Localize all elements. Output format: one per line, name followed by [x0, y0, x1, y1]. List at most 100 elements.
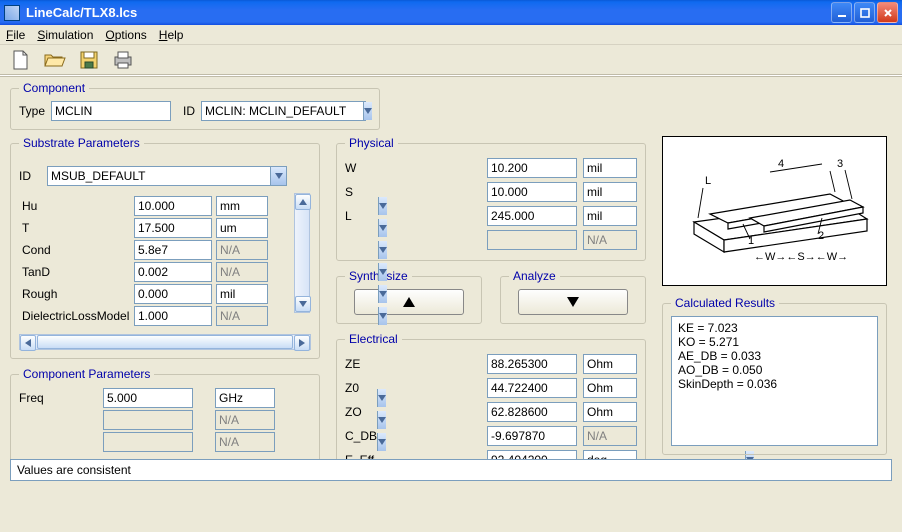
param-value-input — [103, 432, 193, 452]
component-id-combo[interactable] — [201, 101, 366, 121]
unit-combo[interactable] — [216, 196, 268, 216]
close-button[interactable] — [877, 2, 898, 23]
unit-combo[interactable] — [583, 206, 637, 226]
menu-help[interactable]: Help — [159, 28, 184, 42]
component-id-label: ID — [183, 104, 195, 118]
unit-combo[interactable] — [583, 182, 637, 202]
substrate-row: Cond — [22, 239, 290, 261]
maximize-button[interactable] — [854, 2, 875, 23]
results-legend: Calculated Results — [671, 296, 779, 310]
scroll-left-icon[interactable] — [20, 335, 36, 351]
param-value-input[interactable] — [487, 354, 577, 374]
substrate-row: T — [22, 217, 290, 239]
param-value-input[interactable] — [134, 240, 212, 260]
unit-combo[interactable] — [583, 378, 637, 398]
results-group: Calculated Results KE = 7.023KO = 5.271A… — [662, 296, 887, 455]
coupled-lines-diagram: L 4 3 1 2 ←W→←S→←W→ — [662, 136, 887, 286]
param-value-input[interactable] — [134, 306, 212, 326]
param-label: C_DB — [345, 429, 393, 443]
unit-combo[interactable] — [583, 158, 637, 178]
analyze-legend: Analyze — [509, 269, 560, 283]
param-value-input[interactable] — [134, 262, 212, 282]
result-line: AO_DB = 0.050 — [678, 363, 871, 377]
substrate-row: Rough — [22, 283, 290, 305]
new-file-icon[interactable] — [10, 49, 32, 71]
chevron-down-icon[interactable] — [378, 197, 387, 215]
component-id-value — [202, 102, 363, 120]
param-value-input[interactable] — [487, 158, 577, 178]
physical-row: L — [345, 204, 637, 228]
param-value-input[interactable] — [487, 378, 577, 398]
save-file-icon[interactable] — [78, 49, 100, 71]
analyze-button[interactable] — [518, 289, 628, 315]
component-params-group: Component Parameters Freq — [10, 367, 320, 462]
result-line: SkinDepth = 0.036 — [678, 377, 871, 391]
result-line: KE = 7.023 — [678, 321, 871, 335]
menu-options[interactable]: Options — [105, 28, 146, 42]
unit-combo[interactable] — [216, 218, 268, 238]
result-line: AE_DB = 0.033 — [678, 349, 871, 363]
print-icon[interactable] — [112, 49, 134, 71]
param-label: Rough — [22, 287, 130, 301]
menu-simulation[interactable]: Simulation — [37, 28, 93, 42]
substrate-id-value — [48, 167, 270, 185]
substrate-row: TanD — [22, 261, 290, 283]
window-buttons — [831, 2, 898, 23]
result-line: KO = 5.271 — [678, 335, 871, 349]
param-value-input[interactable] — [103, 388, 193, 408]
electrical-legend: Electrical — [345, 332, 402, 346]
chevron-down-icon[interactable] — [378, 219, 387, 237]
electrical-row: C_DB — [345, 424, 637, 448]
param-label: ZE — [345, 357, 393, 371]
diagram-label-4: 4 — [778, 158, 784, 170]
chevron-down-icon[interactable] — [378, 285, 387, 303]
window-title: LineCalc/TLX8.lcs — [26, 5, 831, 20]
scroll-down-icon[interactable] — [295, 296, 311, 312]
physical-row — [345, 228, 637, 252]
param-value-input[interactable] — [134, 196, 212, 216]
horizontal-scrollbar[interactable] — [19, 334, 311, 350]
unit-combo — [216, 262, 268, 282]
scroll-thumb[interactable] — [37, 335, 293, 349]
chevron-down-icon[interactable] — [270, 167, 286, 185]
chevron-down-icon[interactable] — [363, 102, 372, 120]
component-param-row: Freq — [19, 387, 311, 409]
component-type-label: Type — [19, 104, 45, 118]
param-value-input[interactable] — [487, 206, 577, 226]
menu-file[interactable]: File — [6, 28, 25, 42]
unit-combo — [216, 306, 268, 326]
analyze-group: Analyze — [500, 269, 646, 324]
scroll-right-icon[interactable] — [294, 335, 310, 351]
component-group: Component Type ID — [10, 81, 380, 130]
scroll-up-icon[interactable] — [295, 194, 311, 210]
unit-combo[interactable] — [583, 402, 637, 422]
main-area: Component Type ID Substrate Parameters I… — [0, 77, 902, 485]
param-value-input[interactable] — [134, 284, 212, 304]
component-param-row — [19, 409, 311, 431]
param-value-input[interactable] — [487, 426, 577, 446]
unit-combo — [583, 426, 637, 446]
component-type-combo[interactable] — [51, 101, 171, 121]
component-params-legend: Component Parameters — [19, 367, 154, 381]
open-file-icon[interactable] — [44, 49, 66, 71]
param-value-input[interactable] — [487, 402, 577, 422]
param-value-input[interactable] — [487, 182, 577, 202]
unit-combo[interactable] — [216, 284, 268, 304]
param-label: Cond — [22, 243, 130, 257]
unit-combo[interactable] — [215, 388, 275, 408]
param-value-input — [487, 230, 577, 250]
menu-bar: File Simulation Options Help — [0, 25, 902, 45]
component-legend: Component — [19, 81, 89, 95]
param-label: T — [22, 221, 130, 235]
toolbar — [0, 45, 902, 75]
electrical-row: ZE — [345, 352, 637, 376]
unit-combo — [216, 240, 268, 260]
chevron-down-icon — [378, 307, 387, 325]
electrical-row: ZO — [345, 400, 637, 424]
param-label: TanD — [22, 265, 130, 279]
unit-combo[interactable] — [583, 354, 637, 374]
minimize-button[interactable] — [831, 2, 852, 23]
vertical-scrollbar[interactable] — [294, 193, 310, 313]
substrate-id-combo[interactable] — [47, 166, 287, 186]
param-value-input[interactable] — [134, 218, 212, 238]
